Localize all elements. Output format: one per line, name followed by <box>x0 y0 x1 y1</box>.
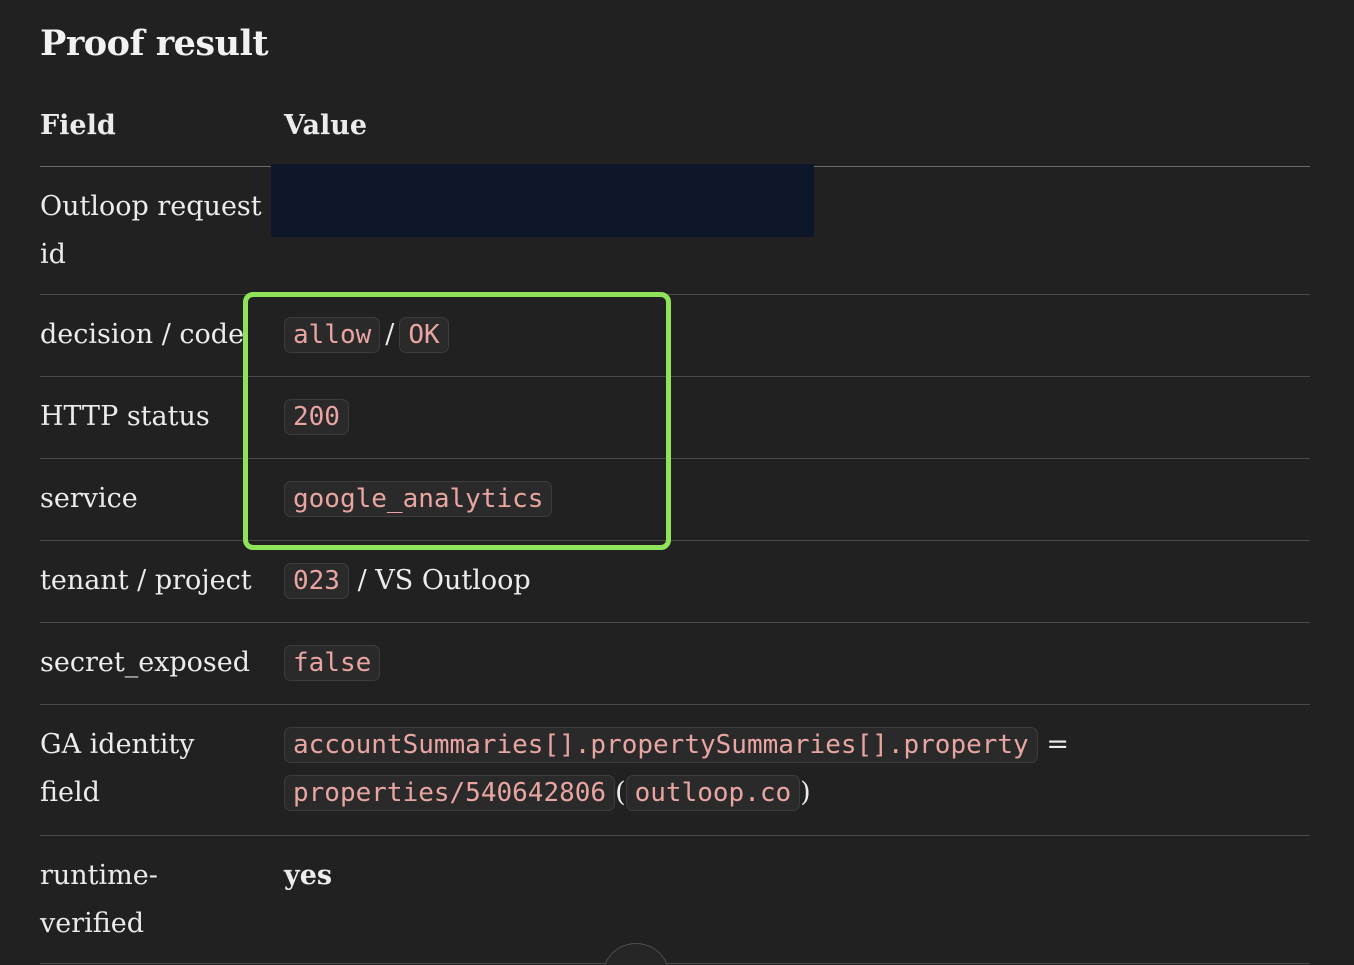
row-label-line: GA identity <box>40 729 195 760</box>
proof-result-panel: Proof result Field Value Outloop request… <box>40 0 1310 965</box>
row-label-tenant: tenant / project <box>40 565 252 596</box>
redacted-request-id <box>271 164 814 237</box>
row-divider <box>40 963 1310 964</box>
row-value-service: google_analytics <box>284 475 553 523</box>
ga-path-chip: accountSummaries[].propertySummaries[].p… <box>284 727 1038 763</box>
project-name: / VS Outloop <box>357 565 531 596</box>
status-code-chip: OK <box>399 317 449 353</box>
row-label-line: verified <box>40 908 145 939</box>
row-label-request-id: Outloop request id <box>40 183 262 279</box>
service-chip: google_analytics <box>284 481 553 517</box>
row-value-runtime-verified: yes <box>284 860 333 891</box>
row-label-line: runtime- <box>40 860 158 891</box>
row-value-ga-identity: accountSummaries[].propertySummaries[].p… <box>284 721 1069 817</box>
row-label-secret-exposed: secret_exposed <box>40 647 251 678</box>
row-label-runtime-verified: runtime- verified <box>40 852 158 948</box>
row-value-decision: allow / OK <box>284 311 449 359</box>
row-label-service: service <box>40 483 138 514</box>
http-status-chip: 200 <box>284 399 349 435</box>
tenant-chip: 023 <box>284 563 349 599</box>
page-title: Proof result <box>40 23 269 64</box>
row-divider <box>40 622 1310 623</box>
row-label-line: id <box>40 239 66 270</box>
column-header-value: Value <box>284 110 368 141</box>
row-divider <box>40 540 1310 541</box>
row-label-ga-identity: GA identity field <box>40 721 195 817</box>
secret-exposed-chip: false <box>284 645 381 681</box>
open-paren: ( <box>615 777 626 808</box>
row-label-decision: decision / code <box>40 319 245 350</box>
row-divider <box>40 458 1310 459</box>
equals-sign: = <box>1046 729 1069 760</box>
ga-domain-chip: outloop.co <box>625 775 801 811</box>
row-value-http-status: 200 <box>284 393 349 441</box>
ga-property-chip: properties/540642806 <box>284 775 616 811</box>
row-divider <box>40 376 1310 377</box>
row-divider <box>40 704 1310 705</box>
row-divider <box>40 294 1310 295</box>
row-label-http-status: HTTP status <box>40 401 210 432</box>
row-divider <box>40 835 1310 836</box>
decision-separator: / <box>385 319 395 350</box>
row-label-line: Outloop request <box>40 191 262 222</box>
row-value-secret-exposed: false <box>284 639 381 687</box>
close-paren: ) <box>800 777 811 808</box>
decision-code-chip: allow <box>284 317 381 353</box>
row-value-tenant: 023 / VS Outloop <box>284 557 531 605</box>
row-label-line: field <box>40 777 100 808</box>
ga-identity-line-2: properties/540642806(outloop.co) <box>284 769 1069 817</box>
ga-identity-line-1: accountSummaries[].propertySummaries[].p… <box>284 721 1069 769</box>
column-header-field: Field <box>40 110 116 141</box>
